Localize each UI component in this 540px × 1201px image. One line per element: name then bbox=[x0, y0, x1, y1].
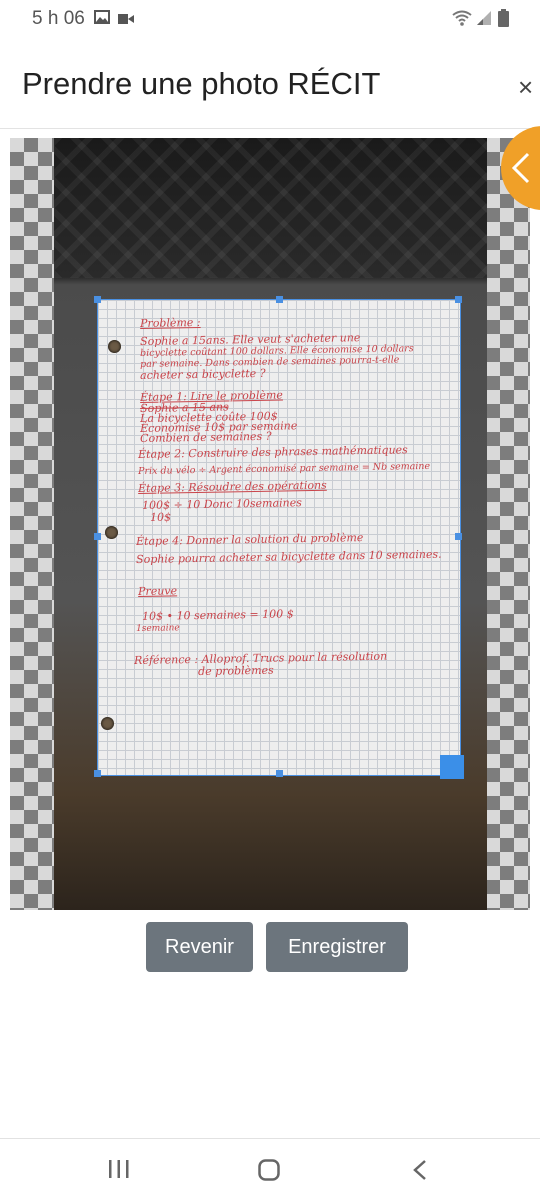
back-icon[interactable] bbox=[412, 1159, 428, 1186]
crop-frame[interactable] bbox=[94, 296, 462, 777]
image-icon bbox=[94, 10, 110, 29]
crop-handle-top[interactable] bbox=[276, 296, 283, 303]
save-button[interactable]: Enregistrer bbox=[266, 922, 408, 972]
crop-resize-handle[interactable] bbox=[440, 755, 464, 779]
photo-background bbox=[54, 138, 487, 278]
signal-icon bbox=[476, 10, 492, 31]
recent-apps-icon[interactable] bbox=[108, 1159, 130, 1184]
crop-handle-top-left[interactable] bbox=[94, 296, 101, 303]
system-nav-bar bbox=[0, 1138, 540, 1201]
dialog-header: Prendre une photo RÉCIT × bbox=[0, 40, 540, 129]
status-time: 5 h 06 bbox=[32, 8, 85, 29]
crop-handle-right[interactable] bbox=[455, 533, 462, 540]
back-button[interactable]: Revenir bbox=[146, 922, 253, 972]
crop-handle-bottom-left[interactable] bbox=[94, 770, 101, 777]
crop-canvas[interactable]: Problème : Sophie a 15ans. Elle veut s'a… bbox=[10, 138, 530, 910]
close-icon[interactable]: × bbox=[518, 72, 533, 103]
status-bar: 5 h 06 bbox=[0, 0, 540, 40]
crop-handle-left[interactable] bbox=[94, 533, 101, 540]
crop-handle-top-right[interactable] bbox=[455, 296, 462, 303]
page-title: Prendre une photo RÉCIT bbox=[22, 66, 381, 101]
home-icon[interactable] bbox=[258, 1159, 280, 1186]
wifi-icon bbox=[452, 10, 472, 31]
battery-icon bbox=[498, 9, 509, 32]
crop-handle-bottom[interactable] bbox=[276, 770, 283, 777]
video-icon bbox=[118, 12, 134, 30]
